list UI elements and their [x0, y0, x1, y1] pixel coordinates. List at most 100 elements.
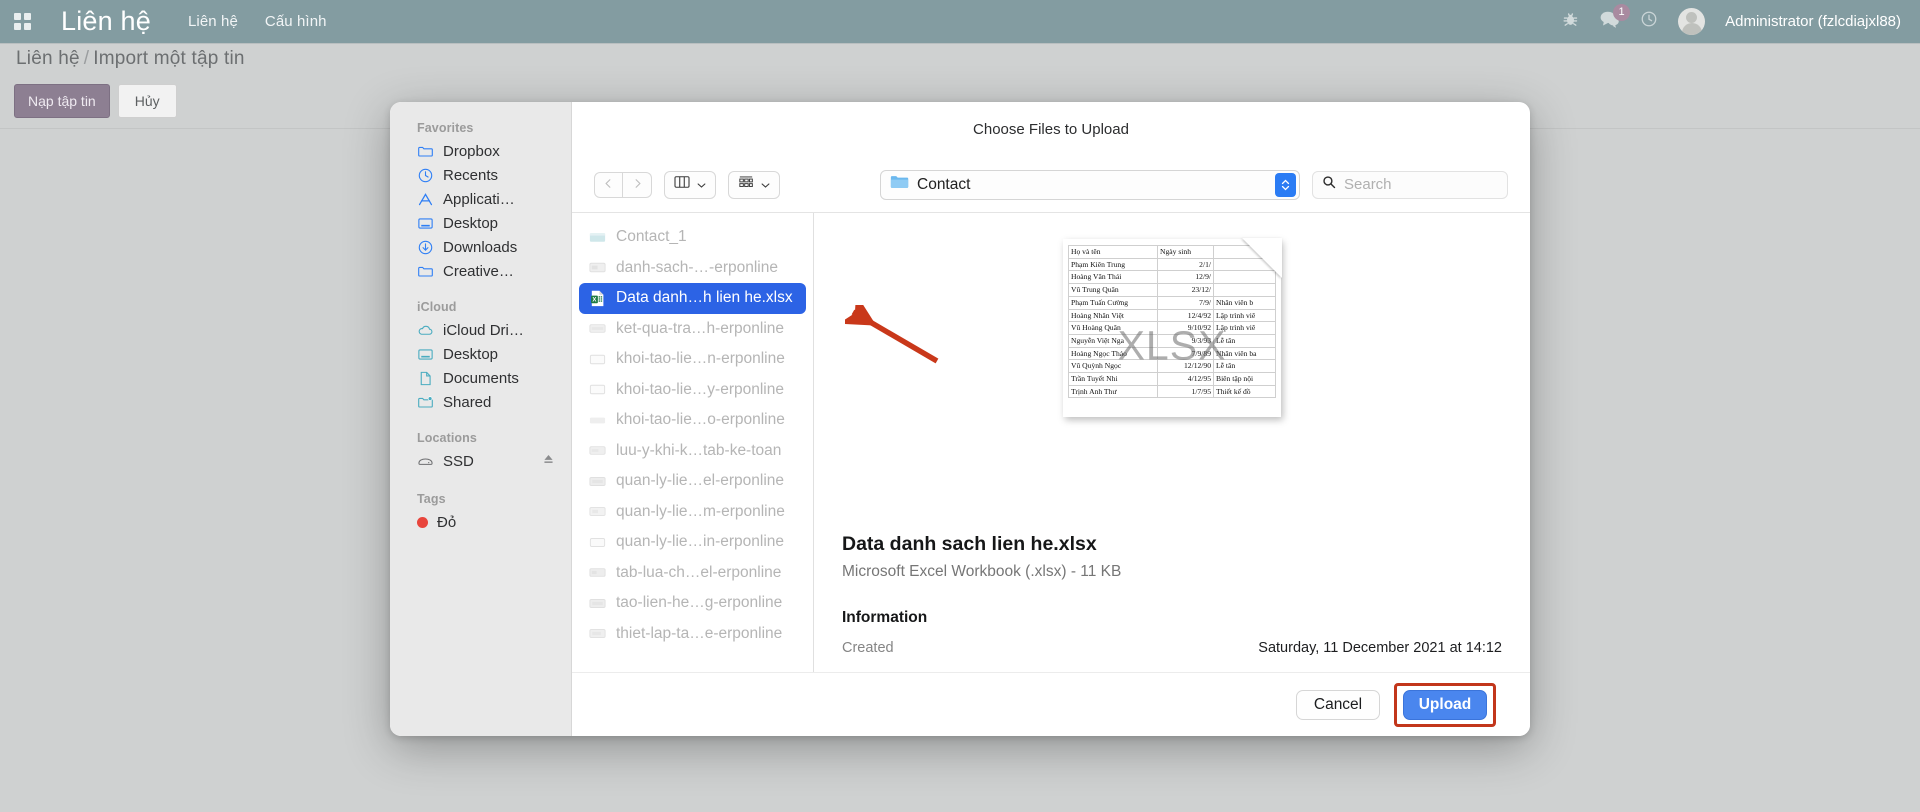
app-header: Liên hệ Liên hệ Cấu hình 1 Administrator… — [0, 0, 1920, 44]
sidebar-item-label: Desktop — [443, 214, 499, 232]
created-value: Saturday, 11 December 2021 at 14:12 — [1258, 640, 1502, 656]
list-item[interactable]: ket-qua-tra…h-erponline — [579, 314, 806, 345]
sidebar-section-icloud-title: iCloud — [417, 300, 457, 314]
file-name: Contact_1 — [616, 228, 687, 246]
preview-pane: Họ và tên Ngày sinh Phạm Kiên Trung 2/1/… — [814, 213, 1530, 672]
list-item[interactable]: khoi-tao-lie…y-erponline — [579, 375, 806, 406]
dialog-main: Choose Files to Upload Contact Search Co… — [572, 102, 1530, 736]
list-item[interactable]: tab-lua-ch…el-erponline — [579, 558, 806, 589]
sidebar-item-documents[interactable]: Documents — [390, 366, 571, 390]
table-cell: 12/9/ — [1157, 270, 1214, 285]
column-view-icon — [674, 175, 690, 194]
table-cell: Vũ Hoàng Quân — [1068, 321, 1158, 335]
file-name: quan-ly-lie…m-erponline — [616, 502, 785, 520]
file-upload-dialog: Favorites Dropbox Recents Applicati… Des… — [390, 102, 1530, 736]
list-item-selected[interactable]: X Data danh…h lien he.xlsx — [579, 283, 806, 314]
upload-button[interactable]: Upload — [1403, 689, 1487, 720]
sidebar-item-icloud-desktop[interactable]: Desktop — [390, 342, 571, 366]
clock-icon[interactable] — [1640, 10, 1658, 33]
bug-icon[interactable] — [1562, 11, 1579, 33]
svg-text:X: X — [592, 296, 596, 303]
grid-apps-icon[interactable] — [14, 12, 32, 31]
list-item[interactable]: khoi-tao-lie…n-erponline — [579, 344, 806, 375]
view-mode-button[interactable] — [664, 170, 716, 199]
list-item[interactable]: Contact_1 — [579, 222, 806, 253]
back-button[interactable] — [594, 171, 623, 198]
preview-file-name: Data danh sach lien he.xlsx — [842, 533, 1097, 555]
file-icon — [588, 563, 607, 582]
sidebar-item-dropbox[interactable]: Dropbox — [390, 139, 571, 163]
sidebar-item-label: Applicati… — [443, 190, 515, 208]
chevron-left-icon — [603, 176, 614, 194]
folder-icon — [417, 143, 434, 160]
table-cell: Lập trình viê — [1213, 321, 1276, 335]
list-item[interactable]: thiet-lap-ta…e-erponline — [579, 619, 806, 650]
list-item[interactable]: luu-y-khi-k…tab-ke-toan — [579, 436, 806, 467]
spreadsheet-preview: Họ và tên Ngày sinh Phạm Kiên Trung 2/1/… — [1063, 238, 1282, 417]
file-name: khoi-tao-lie…n-erponline — [616, 350, 785, 368]
sidebar-section-locations-title: Locations — [417, 431, 477, 445]
avatar[interactable] — [1678, 8, 1706, 35]
sidebar-item-tag-do[interactable]: Đỏ — [390, 510, 571, 534]
nav-button-group — [594, 171, 652, 198]
menu-item-cau-hinh[interactable]: Cấu hình — [265, 13, 327, 30]
file-name: danh-sach-…-erponline — [616, 258, 778, 276]
cancel-button[interactable]: Cancel — [1296, 689, 1380, 720]
table-cell: Hoàng Văn Thái — [1068, 270, 1158, 285]
search-placeholder: Search — [1344, 176, 1392, 193]
table-cell: Trịnh Anh Thư — [1068, 384, 1158, 399]
list-item[interactable]: quan-ly-lie…el-erponline — [579, 466, 806, 497]
page-fold-corner — [1242, 238, 1282, 278]
sidebar-item-label: Shared — [443, 393, 492, 411]
list-item[interactable]: tao-lien-he…g-erponline — [579, 588, 806, 619]
list-item[interactable]: danh-sach-…-erponline — [579, 253, 806, 284]
file-list[interactable]: Contact_1 danh-sach-…-erponline X Data d… — [572, 213, 814, 672]
sidebar-item-label: Downloads — [443, 238, 518, 256]
breadcrumb-root[interactable]: Liên hệ — [16, 48, 80, 69]
desktop-icon — [417, 346, 434, 363]
file-thumbnail: Họ và tên Ngày sinh Phạm Kiên Trung 2/1/… — [1063, 238, 1282, 417]
group-by-button[interactable] — [728, 170, 780, 199]
forward-button[interactable] — [623, 171, 652, 198]
sidebar-item-ssd[interactable]: SSD — [390, 449, 571, 473]
dialog-content: Contact_1 danh-sach-…-erponline X Data d… — [572, 212, 1530, 672]
action-row: Nạp tập tin Hủy — [14, 84, 177, 118]
preview-file-kind: Microsoft Excel Workbook (.xlsx) - 11 KB — [842, 563, 1122, 580]
chevron-down-icon — [761, 176, 770, 194]
applications-icon — [417, 191, 434, 208]
list-item[interactable]: quan-ly-lie…in-erponline — [579, 527, 806, 558]
up-down-stepper-icon[interactable] — [1275, 172, 1296, 197]
table-cell: Hoàng Ngọc Thảo — [1068, 346, 1158, 361]
cancel-action-button[interactable]: Hủy — [117, 84, 177, 118]
sidebar-item-icloud-drive[interactable]: iCloud Dri… — [390, 318, 571, 342]
messages-badge: 1 — [1613, 4, 1631, 21]
file-metadata: Data danh sach lien he.xlsx Microsoft Ex… — [842, 533, 1502, 656]
menu-item-lien-he[interactable]: Liên hệ — [188, 13, 238, 30]
messages-indicator[interactable]: 1 — [1599, 4, 1631, 33]
eject-icon[interactable] — [542, 453, 555, 470]
shared-folder-icon — [417, 394, 434, 411]
path-popup-button[interactable]: Contact — [880, 169, 1300, 200]
table-cell: Biên tập nội — [1213, 372, 1276, 386]
file-name: quan-ly-lie…in-erponline — [616, 533, 785, 551]
annotation-arrow — [845, 305, 939, 364]
sidebar-section-favorites-title: Favorites — [417, 121, 474, 135]
search-field[interactable]: Search — [1312, 170, 1508, 199]
table-cell: 9/10/92 — [1157, 321, 1214, 335]
file-icon — [588, 624, 607, 643]
sidebar-item-recents[interactable]: Recents — [390, 163, 571, 187]
table-cell — [1213, 283, 1276, 297]
table-cell: Vũ Quỳnh Ngọc — [1068, 359, 1158, 374]
chevron-right-icon — [632, 176, 643, 194]
list-item[interactable]: quan-ly-lie…m-erponline — [579, 497, 806, 528]
sidebar-item-desktop[interactable]: Desktop — [390, 211, 571, 235]
file-icon — [588, 380, 607, 399]
list-item[interactable]: khoi-tao-lie…o-erponline — [579, 405, 806, 436]
load-file-button[interactable]: Nạp tập tin — [14, 84, 110, 118]
sidebar-item-creative[interactable]: Creative… — [390, 259, 571, 283]
dialog-sidebar[interactable]: Favorites Dropbox Recents Applicati… Des… — [390, 102, 572, 736]
sidebar-item-applications[interactable]: Applicati… — [390, 187, 571, 211]
table-row: Phạm Tuấn Cường 7/9/ Nhân viên b — [1068, 295, 1276, 310]
sidebar-item-downloads[interactable]: Downloads — [390, 235, 571, 259]
sidebar-item-shared[interactable]: Shared — [390, 390, 571, 414]
